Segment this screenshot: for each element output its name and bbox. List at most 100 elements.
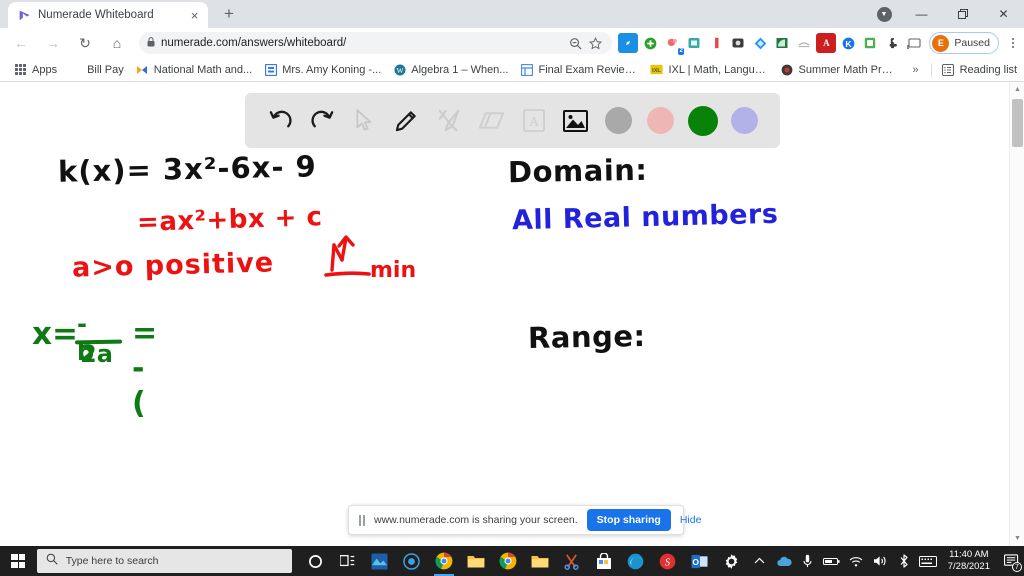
kebab-menu-icon[interactable] [1002, 37, 1024, 49]
reading-list-button[interactable]: Reading list [936, 61, 1024, 78]
address-bar[interactable]: numerade.com/answers/whiteboard/ [139, 32, 613, 54]
task-view-icon[interactable] [332, 546, 364, 576]
tab-search-icon[interactable]: ▼ [867, 0, 901, 28]
cursor-select-icon[interactable] [348, 104, 382, 138]
bookmark-label: Algebra 1 – When... [411, 63, 509, 76]
minimize-button[interactable]: — [901, 0, 942, 28]
start-button[interactable] [0, 546, 37, 576]
notes-extension-icon[interactable] [860, 33, 880, 53]
wordpress-icon: W [393, 63, 406, 76]
battery-icon[interactable] [820, 546, 844, 576]
ink-equation-line-2: =ax²+bx + c [137, 202, 323, 238]
cast-icon[interactable] [904, 33, 924, 53]
home-icon[interactable]: ⌂ [103, 29, 131, 57]
scroll-down-arrow[interactable]: ▼ [1010, 531, 1024, 546]
diamond-extension-icon[interactable] [750, 33, 770, 53]
back-icon[interactable]: ← [7, 29, 35, 57]
taskbar-clock[interactable]: 11:40 AM 7/28/2021 [940, 549, 998, 573]
browser-tab[interactable]: Numerade Whiteboard × [8, 2, 208, 28]
puzzle-extensions-icon[interactable] [882, 33, 902, 53]
vertical-scrollbar[interactable]: ▲ ▼ [1009, 82, 1024, 546]
bookmark-apps[interactable]: Apps [8, 61, 63, 78]
smart-notebook-icon[interactable]: S [652, 546, 684, 576]
microphone-icon[interactable] [796, 546, 820, 576]
hide-button[interactable]: Hide [680, 514, 702, 526]
rss-extension-icon[interactable] [772, 33, 792, 53]
cortana-icon[interactable] [300, 546, 332, 576]
bluetooth-icon[interactable] [892, 546, 916, 576]
redo-icon[interactable] [305, 104, 339, 138]
maximize-button[interactable] [942, 0, 983, 28]
keyboard-icon[interactable] [916, 546, 940, 576]
lock-icon [147, 37, 155, 49]
chrome-2-icon[interactable] [492, 546, 524, 576]
avatar: E [932, 34, 950, 52]
photos-app-icon[interactable] [364, 546, 396, 576]
ink-fraction-denominator: 2a [80, 340, 113, 368]
shapes-tools-icon[interactable] [432, 104, 466, 138]
search-minus-icon[interactable] [566, 34, 584, 52]
pencil-icon[interactable] [390, 104, 424, 138]
undo-icon[interactable] [263, 104, 297, 138]
folder-icon[interactable] [524, 546, 556, 576]
color-swatch-periwinkle[interactable] [728, 104, 762, 138]
new-tab-button[interactable]: + [216, 1, 242, 27]
bookmark-item-summer-math-practice[interactable]: Summer Math Pract... [774, 61, 904, 78]
outlook-icon[interactable]: O [684, 546, 716, 576]
bookmark-item-mrs-amy-koning[interactable]: Mrs. Amy Koning -... [258, 61, 387, 78]
text-box-icon[interactable]: A [517, 104, 551, 138]
close-window-button[interactable]: ✕ [983, 0, 1024, 28]
bookmark-item-national-math[interactable]: National Math and... [130, 61, 258, 78]
kami-extension-icon[interactable]: K [838, 33, 858, 53]
edge-icon[interactable] [620, 546, 652, 576]
show-hidden-icons-chevron[interactable] [748, 546, 772, 576]
screencast-extension-icon[interactable] [684, 33, 704, 53]
svg-text:IXL: IXL [653, 68, 662, 74]
bookmark-item-final-exam-review[interactable]: Final Exam Review -... [514, 61, 644, 78]
bookmark-item-bill-pay[interactable]: Bill Pay [81, 62, 130, 78]
color-swatch-green[interactable] [686, 104, 720, 138]
image-icon[interactable] [559, 104, 593, 138]
media-app-icon[interactable] [396, 546, 428, 576]
snip-sketch-icon[interactable] [556, 546, 588, 576]
whiteboard-canvas[interactable]: A k(x)= 3x²-6x- 9 =ax²+bx + c a>o positi… [0, 82, 1024, 546]
color-swatch-pink[interactable] [643, 104, 677, 138]
bookmarks-overflow-area: » Reading list [904, 61, 1024, 78]
star-icon[interactable] [586, 34, 604, 52]
svg-text:A: A [529, 115, 540, 130]
gray-extension-icon[interactable] [794, 33, 814, 53]
bookmark-item-algebra-1[interactable]: W Algebra 1 – When... [387, 61, 514, 78]
ink-text: All Real numbers [511, 198, 779, 237]
stop-sharing-button[interactable]: Stop sharing [586, 509, 671, 531]
bitmoji-extension-icon[interactable]: 2 [662, 33, 685, 55]
forward-icon[interactable]: → [39, 29, 67, 57]
camera-extension-icon[interactable] [728, 33, 748, 53]
compass-extension-icon[interactable] [618, 33, 639, 53]
microsoft-store-icon[interactable] [588, 546, 620, 576]
ink-text: Domain: [507, 152, 648, 190]
chrome-icon[interactable] [428, 546, 460, 576]
eraser-icon[interactable] [474, 104, 508, 138]
close-icon[interactable]: × [187, 8, 202, 23]
clock-time: 11:40 AM [949, 549, 989, 560]
bookmarks-overflow-chevron[interactable]: » [904, 62, 926, 78]
scroll-up-arrow[interactable]: ▲ [1010, 82, 1024, 97]
green-plus-extension-icon[interactable] [640, 33, 660, 53]
onedrive-icon[interactable] [772, 546, 796, 576]
profile-button[interactable]: E Paused [929, 32, 999, 54]
settings-gear-icon[interactable] [716, 546, 748, 576]
reload-icon[interactable]: ↻ [71, 29, 99, 57]
bookmark-item-ixl[interactable]: IXL IXL | Math, Languag... [644, 61, 774, 78]
search-input[interactable]: Type here to search [36, 549, 292, 573]
color-swatch-gray[interactable] [601, 104, 635, 138]
volume-icon[interactable] [868, 546, 892, 576]
scrollbar-thumb[interactable] [1012, 99, 1023, 147]
adobe-acrobat-extension-icon[interactable]: A [816, 33, 837, 53]
file-explorer-icon[interactable] [460, 546, 492, 576]
book-extension-icon[interactable] [706, 33, 726, 53]
classroom-icon [264, 63, 277, 76]
extensions-tray: 2 A K [618, 33, 926, 55]
windows-taskbar: Type here to search S O 11:40 AM 7/28/20… [0, 546, 1024, 576]
wifi-icon[interactable] [844, 546, 868, 576]
notification-icon[interactable]: 7 [998, 546, 1024, 576]
